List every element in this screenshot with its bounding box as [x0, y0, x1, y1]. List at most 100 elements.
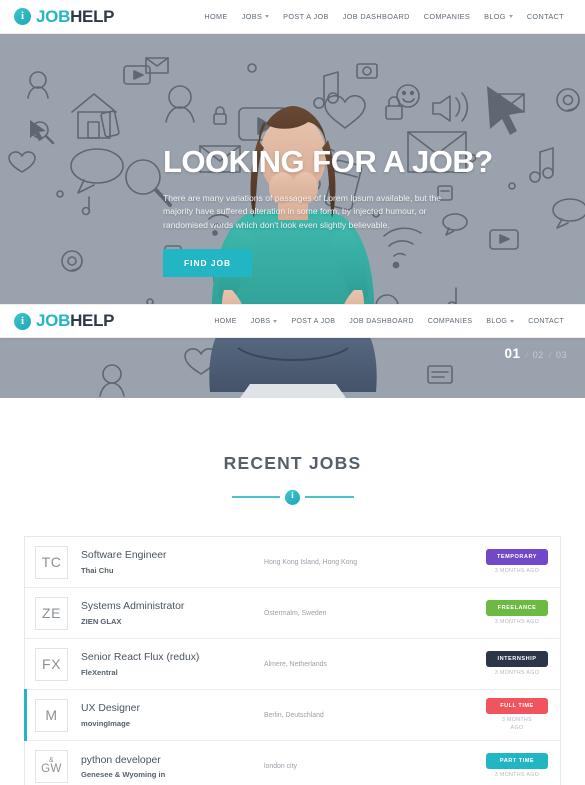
hero-pagination: 01 / 02 / 03	[504, 346, 567, 361]
section-divider: i	[231, 489, 354, 505]
job-meta: TEMPORARY 3 MONTHS AGO	[486, 548, 548, 576]
logo-text-help: HELP	[70, 6, 115, 26]
job-date: 3 MONTHS AGO	[494, 669, 540, 676]
job-meta: PART TIME 3 MONTHS AGO	[486, 753, 548, 780]
job-list-item[interactable]: & GW python developer Genesee & Wyoming …	[25, 741, 560, 785]
job-company: Genesee & Wyoming in	[81, 770, 166, 780]
job-company: FleXentral	[81, 667, 118, 677]
nav-label: HOME	[204, 12, 228, 21]
nav-item-companies[interactable]: COMPANIES	[417, 12, 477, 21]
top-navbar: i JOBHELP HOME JOBS POST A JOB JOB DASHB…	[0, 0, 585, 34]
avatar: TC	[35, 545, 68, 579]
top-nav-links: HOME JOBS POST A JOB JOB DASHBOARD COMPA…	[197, 12, 585, 21]
logo-text-help: HELP	[70, 311, 115, 330]
sticky-navbar: i JOBHELP HOME JOBS POST A JOB JOB DASHB…	[0, 304, 585, 338]
avatar: FX	[35, 647, 68, 681]
logo-text-job: JOB	[36, 6, 71, 26]
avatar: ZE	[35, 596, 68, 630]
nav-label: COMPANIES	[423, 12, 471, 21]
job-type-badge: FULL TIME	[486, 697, 548, 714]
chevron-down-icon	[273, 319, 278, 323]
job-company: Thai Chu	[81, 565, 114, 575]
avatar: & GW	[35, 750, 68, 783]
job-list-item[interactable]: M UX Designer movingImage Berlin, Deutsc…	[24, 689, 560, 741]
nav-label: JOBS	[241, 12, 263, 21]
job-date: 3 MONTHS AGO	[501, 716, 532, 731]
pagination-separator: /	[548, 351, 551, 360]
job-company: ZIEN GLAX	[81, 616, 122, 626]
job-location: london city	[264, 763, 297, 770]
job-info: Systems Administrator ZIEN GLAX	[68, 600, 258, 625]
pagination-dot-2[interactable]: 02	[533, 350, 544, 360]
info-circle-icon: i	[285, 489, 300, 505]
chevron-down-icon	[508, 15, 513, 18]
chevron-down-icon	[510, 319, 515, 323]
section-title: RECENT JOBS	[223, 453, 362, 473]
job-title[interactable]: Systems Administrator	[81, 600, 258, 614]
nav-label: JOB DASHBOARD	[342, 12, 410, 21]
nav-label: HOME	[214, 317, 237, 325]
nav-item-job-dashboard[interactable]: JOB DASHBOARD	[342, 318, 420, 325]
nav-label: BLOG	[484, 12, 506, 21]
nav-label: CONTACT	[526, 12, 564, 21]
nav-item-contact[interactable]: CONTACT	[521, 318, 571, 325]
nav-item-home[interactable]: HOME	[207, 318, 243, 325]
job-info: python developer Genesee & Wyoming in	[68, 754, 258, 779]
job-title[interactable]: Software Engineer	[81, 549, 258, 563]
hero-title: LOOKING FOR A JOB?	[163, 144, 493, 179]
job-list-item[interactable]: TC Software Engineer Thai Chu Hong Kong …	[25, 537, 560, 588]
job-info: UX Designer movingImage	[68, 702, 258, 727]
job-company: movingImage	[81, 718, 130, 728]
job-meta: INTERNSHIP 3 MONTHS AGO	[486, 650, 548, 678]
nav-label: BLOG	[486, 317, 508, 325]
recent-jobs-section: RECENT JOBS i TC Software Engineer Thai …	[0, 398, 585, 785]
job-meta: FREELANCE 3 MONTHS AGO	[486, 599, 548, 627]
job-list-item[interactable]: ZE Systems Administrator ZIEN GLAX Öster…	[25, 588, 560, 639]
nav-label: COMPANIES	[427, 317, 473, 325]
nav-label: POST A JOB	[291, 317, 336, 325]
nav-item-post-a-job[interactable]: POST A JOB	[276, 12, 336, 21]
job-info: Senior React Flux (redux) FleXentral	[68, 651, 258, 676]
nav-item-companies[interactable]: COMPANIES	[421, 318, 480, 325]
pagination-dot-1[interactable]: 01	[504, 346, 520, 361]
nav-item-jobs[interactable]: JOBS	[244, 318, 285, 325]
info-circle-icon: i	[14, 8, 31, 25]
nav-item-post-a-job[interactable]: POST A JOB	[284, 318, 342, 325]
nav-label: JOBS	[250, 317, 271, 325]
nav-item-contact[interactable]: CONTACT	[520, 12, 571, 21]
page-root: i JOBHELP HOME JOBS POST A JOB JOB DASHB…	[0, 0, 585, 785]
job-title[interactable]: python developer	[81, 754, 258, 768]
job-location: Hong Kong Island, Hong Kong	[264, 558, 358, 566]
job-info: Software Engineer Thai Chu	[68, 549, 258, 574]
job-type-badge: INTERNSHIP	[486, 650, 548, 667]
job-list: TC Software Engineer Thai Chu Hong Kong …	[24, 536, 561, 785]
hero-banner: LOOKING FOR A JOB? There are many variat…	[0, 34, 585, 398]
avatar-initials: GW	[41, 763, 62, 776]
job-list-item[interactable]: FX Senior React Flux (redux) FleXentral …	[25, 639, 560, 690]
divider-line-right	[305, 496, 354, 498]
nav-label: JOB DASHBOARD	[349, 317, 414, 325]
pagination-dot-3[interactable]: 03	[556, 350, 567, 360]
nav-label: CONTACT	[528, 317, 564, 325]
hero-subtitle: There are many variations of passages of…	[163, 192, 442, 231]
logo[interactable]: i JOBHELP	[0, 6, 115, 27]
job-title[interactable]: Senior React Flux (redux)	[81, 651, 258, 665]
divider-line-left	[231, 496, 280, 498]
nav-item-blog[interactable]: BLOG	[477, 12, 520, 21]
hero-content: LOOKING FOR A JOB? There are many variat…	[0, 144, 585, 278]
nav-item-jobs[interactable]: JOBS	[235, 12, 276, 21]
nav-item-job-dashboard[interactable]: JOB DASHBOARD	[336, 12, 417, 21]
job-date: 3 MONTHS AGO	[494, 772, 540, 779]
nav-item-blog[interactable]: BLOG	[479, 318, 521, 325]
job-date: 3 MONTHS AGO	[494, 567, 540, 574]
find-job-button[interactable]: FIND JOB	[163, 249, 253, 278]
job-type-badge: PART TIME	[486, 753, 548, 770]
job-meta: FULL TIME 3 MONTHS AGO	[486, 697, 548, 732]
nav-item-home[interactable]: HOME	[197, 12, 234, 21]
logo-sticky[interactable]: i JOBHELP	[0, 311, 115, 331]
chevron-down-icon	[265, 15, 270, 18]
job-location: Östermalm, Sweden	[264, 609, 327, 617]
job-type-badge: TEMPORARY	[486, 548, 548, 565]
job-title[interactable]: UX Designer	[81, 702, 258, 716]
logo-text: JOBHELP	[36, 6, 115, 27]
